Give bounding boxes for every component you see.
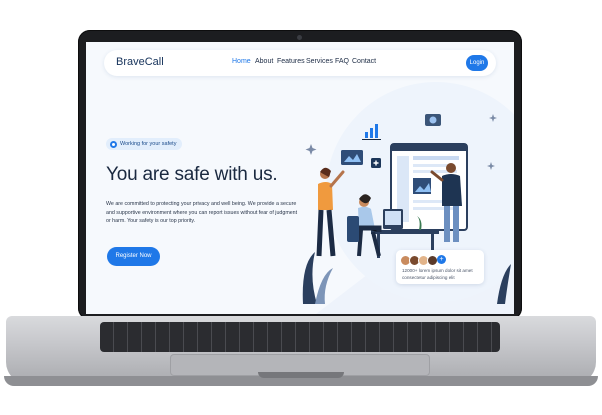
laptop-screen: BraveCall Home About Features Services F… xyxy=(86,42,514,314)
hero-description: We are committed to protecting your priv… xyxy=(106,201,298,225)
camera-icon xyxy=(425,114,441,126)
bar-chart-icon xyxy=(362,124,381,140)
webcam-icon xyxy=(297,35,302,40)
nav-link-services[interactable]: Services xyxy=(306,58,333,65)
register-now-button[interactable]: Register Now xyxy=(107,247,160,266)
nav-link-home[interactable]: Home xyxy=(232,58,251,65)
navbar: BraveCall Home About Features Services F… xyxy=(104,50,496,76)
add-avatar-icon: + xyxy=(437,255,446,264)
login-button[interactable]: Login xyxy=(466,55,488,71)
brand-logo[interactable]: BraveCall xyxy=(116,56,164,68)
community-stat-card: + 12000+ lorem ipsum dolor sit amet cons… xyxy=(396,250,484,284)
hero-title: You are safe with us. xyxy=(106,164,278,185)
safety-badge-label: Working for your safety xyxy=(120,141,177,147)
nav-link-about[interactable]: About xyxy=(255,58,273,65)
chart-card-icon xyxy=(341,150,363,165)
stat-line-2: consectetur adipiscing elit xyxy=(402,275,455,280)
plus-card-icon xyxy=(371,158,381,168)
safety-badge: Working for your safety xyxy=(106,138,183,150)
woman-seated xyxy=(347,194,382,257)
keyboard xyxy=(100,322,500,352)
stat-line-1: 12000+ lorem ipsum dolor sit amet xyxy=(402,268,473,273)
nav-link-features[interactable]: Features xyxy=(277,58,305,65)
laptop-notch xyxy=(258,372,344,378)
shield-icon xyxy=(110,140,117,148)
nav-link-faq[interactable]: FAQ xyxy=(335,58,349,65)
nav-link-contact[interactable]: Contact xyxy=(352,58,376,65)
woman-standing xyxy=(316,167,345,257)
